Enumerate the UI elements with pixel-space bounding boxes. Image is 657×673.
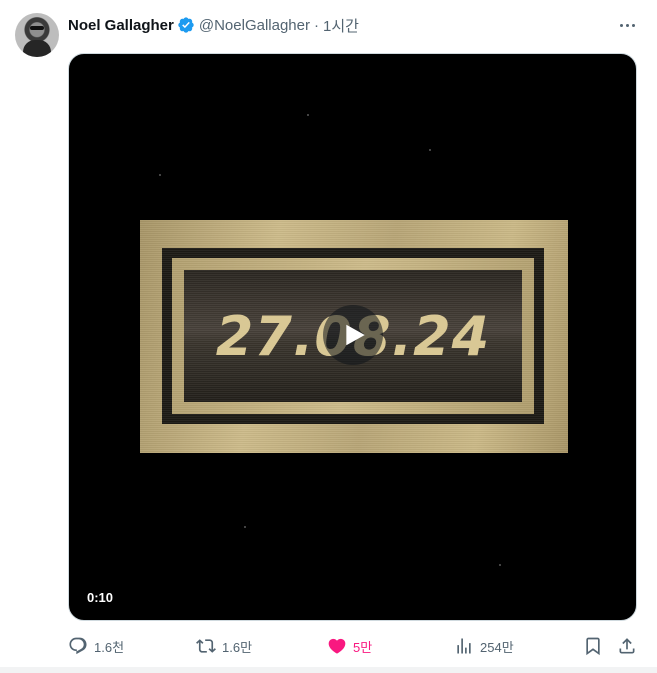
- separator-dot: ·: [314, 16, 319, 34]
- avatar[interactable]: [15, 13, 59, 57]
- display-name[interactable]: Noel Gallagher: [68, 17, 174, 34]
- avatar-shoulders: [23, 40, 51, 57]
- tweet-header: Noel Gallagher @NoelGallagher · 1시간: [68, 14, 359, 36]
- avatar-glasses: [30, 26, 44, 30]
- more-dot: [619, 23, 623, 27]
- reply-button[interactable]: 1.6천: [68, 632, 124, 660]
- reply-count: 1.6천: [94, 639, 125, 655]
- play-button[interactable]: [323, 305, 383, 365]
- views-count: 254만: [480, 639, 514, 655]
- more-options-icon[interactable]: [610, 14, 644, 36]
- share-button[interactable]: [617, 632, 637, 660]
- repost-icon: [196, 639, 216, 653]
- play-icon: [346, 324, 365, 346]
- tweet-divider: [0, 667, 657, 673]
- views-icon: [457, 638, 471, 654]
- background-speck: [244, 526, 246, 528]
- background-speck: [159, 174, 161, 176]
- background-speck: [307, 114, 309, 116]
- bookmark-icon: [586, 637, 600, 656]
- heart-icon: [328, 638, 346, 654]
- more-dot: [631, 23, 635, 27]
- background-speck: [499, 564, 501, 566]
- views-button[interactable]: 254만: [454, 632, 514, 660]
- handle[interactable]: @NoelGallagher: [199, 17, 310, 34]
- more-dot: [625, 23, 629, 27]
- like-button[interactable]: 5만: [327, 632, 372, 660]
- video-duration: 0:10: [87, 589, 114, 605]
- tweet-actions: 1.6천 1.6만 5만 254만: [68, 632, 637, 660]
- timestamp[interactable]: 1시간: [323, 15, 359, 36]
- tweet[interactable]: Noel Gallagher @NoelGallagher · 1시간 27.0…: [0, 0, 657, 673]
- like-count: 5만: [353, 639, 373, 655]
- bookmark-button[interactable]: [583, 632, 603, 660]
- share-icon: [619, 638, 635, 654]
- reply-icon: [69, 637, 87, 655]
- repost-count: 1.6만: [222, 639, 253, 655]
- video-player[interactable]: 27.08.24 0:10: [68, 53, 637, 621]
- repost-button[interactable]: 1.6만: [196, 632, 252, 660]
- verified-badge-icon[interactable]: [177, 16, 195, 34]
- background-speck: [429, 149, 431, 151]
